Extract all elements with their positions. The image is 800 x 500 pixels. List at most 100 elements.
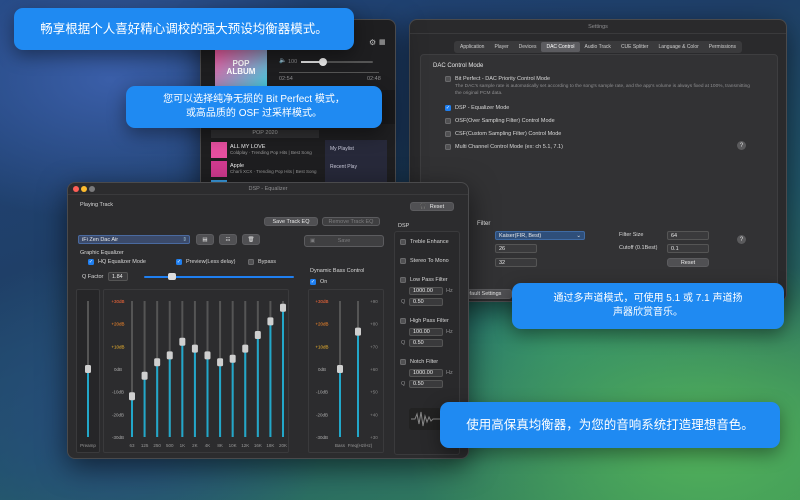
filter-reset-button[interactable]: Reset xyxy=(667,258,709,267)
checkbox-icon[interactable] xyxy=(445,76,451,82)
tab-dac-control[interactable]: DAC Control xyxy=(541,42,580,52)
eq-band-1K-thumb[interactable] xyxy=(179,337,186,346)
checkmark-icon[interactable]: ✓ xyxy=(445,105,451,111)
option-multichannel[interactable]: Multi Channel Control Mode (ex: ch 5.1, … xyxy=(445,144,563,150)
option-label: DSP - Equalizer Mode xyxy=(455,105,510,111)
filter-select[interactable]: Kaiser(FIR, Best) ⌄ xyxy=(495,231,585,240)
eq-band-250-thumb[interactable] xyxy=(154,358,161,367)
dbc-right-scale-label: +30 xyxy=(370,435,378,440)
notch-hz-field[interactable]: 1000.00 xyxy=(409,369,443,377)
eq-band-8K-thumb[interactable] xyxy=(217,358,224,367)
high-pass-hz-field[interactable]: 100.00 xyxy=(409,328,443,336)
field-a-value: 26 xyxy=(499,245,506,252)
checkbox-icon[interactable] xyxy=(445,131,451,137)
checkbox-icon[interactable] xyxy=(400,258,406,264)
high-pass-q-field[interactable]: 0.50 xyxy=(409,339,443,347)
eq-band-12K-thumb[interactable] xyxy=(242,344,249,353)
checkbox-icon[interactable] xyxy=(445,144,451,150)
option-bit-perfect[interactable]: Bit Perfect - DAC Priority Control Mode xyxy=(445,76,550,82)
cutoff-field[interactable]: 0.1 xyxy=(667,244,709,253)
playlist-header: POP 2020 xyxy=(211,130,319,138)
preamp-slider-thumb[interactable] xyxy=(85,365,91,373)
checkmark-icon[interactable]: ✓ xyxy=(310,279,316,285)
filter-size-field[interactable]: 64 xyxy=(667,231,709,240)
checkbox-icon[interactable] xyxy=(400,239,406,245)
tab-cue-splitter[interactable]: CUE Splitter xyxy=(616,42,654,52)
eq-band-label: 4K xyxy=(205,443,211,448)
dbc-on-toggle[interactable]: ✓ On xyxy=(310,279,327,285)
volume-value: 100 xyxy=(288,59,298,65)
notch-filter-label: Notch Filter xyxy=(410,359,439,365)
grid-icon[interactable]: ▦ xyxy=(379,38,386,46)
dbc-scale-label: +30dB xyxy=(315,299,328,304)
db-scale-label: -10dB xyxy=(112,390,124,395)
tab-permissions[interactable]: Permissions xyxy=(704,42,741,52)
checkbox-icon[interactable] xyxy=(400,318,406,324)
db-scale-label: -20dB xyxy=(112,412,124,417)
treble-enhance-toggle[interactable]: Treble Enhance xyxy=(400,239,449,245)
dbc-title: Dynamic Bass Control xyxy=(310,268,365,274)
help-icon[interactable]: ? xyxy=(737,141,746,150)
notch-q-field[interactable]: 0.50 xyxy=(409,380,443,388)
low-pass-hz-field[interactable]: 1000.00 xyxy=(409,287,443,295)
checkbox-icon[interactable] xyxy=(400,359,406,365)
gear-icon[interactable]: ⚙ xyxy=(369,38,376,47)
dbc-freq-slider-thumb[interactable] xyxy=(355,327,361,336)
tab-player[interactable]: Player xyxy=(489,42,513,52)
sidebar-item[interactable]: My Playlist xyxy=(325,140,387,158)
dbc-right-scale-label: +50 xyxy=(370,390,378,395)
eq-band-18K-thumb[interactable] xyxy=(267,317,274,326)
speaker-icon[interactable]: 🔈 xyxy=(279,57,286,64)
eq-band-10K-thumb[interactable] xyxy=(229,354,236,363)
filter-help-icon[interactable]: ? xyxy=(737,235,746,244)
notch-filter-toggle[interactable]: Notch Filter xyxy=(400,359,438,365)
option-label: Multi Channel Control Mode (ex: ch 5.1, … xyxy=(455,144,563,150)
volume-slider[interactable] xyxy=(301,58,373,66)
eq-band-2K-thumb[interactable] xyxy=(191,344,198,353)
dbc-scale-label: -20dB xyxy=(316,412,328,417)
hz-unit: Hz xyxy=(446,288,453,294)
option-csf[interactable]: CSF(Custom Sampling Filter) Control Mode xyxy=(445,131,561,137)
tab-language-color[interactable]: Language & Color xyxy=(653,42,703,52)
cutoff-value: 0.1 xyxy=(671,245,679,252)
eq-band-label: 20K xyxy=(279,443,287,448)
eq-band-label: 12K xyxy=(241,443,249,448)
tab-audio-track[interactable]: Audio Track xyxy=(580,42,616,52)
track-text: Apple Charli XCX · Trending Pop Hits | Be… xyxy=(230,163,322,174)
filter-size-value: 64 xyxy=(671,232,678,239)
field-b[interactable]: 32 xyxy=(495,258,537,267)
dbc-right-scale-label: +70 xyxy=(370,344,378,349)
tab-application[interactable]: Application xyxy=(455,42,489,52)
callout-equalizer: 使用高保真均衡器，为您的音响系统打造理想音色。 xyxy=(440,402,780,448)
eq-band-label: 63 xyxy=(129,443,135,448)
eq-band-16K-thumb[interactable] xyxy=(254,331,261,339)
db-scale-label: +30dB xyxy=(111,299,124,304)
dbc-right-scale-label: +80 xyxy=(370,322,378,327)
eq-band-125-thumb[interactable] xyxy=(141,371,148,380)
low-pass-toggle[interactable]: Low Pass Filter xyxy=(400,277,448,283)
high-pass-hz-value: 100.00 xyxy=(413,329,430,335)
track-row[interactable]: ALL MY LOVE Coldplay · Trending Pop Hits … xyxy=(211,140,323,159)
track-row[interactable]: Apple Charli XCX · Trending Pop Hits | Be… xyxy=(211,159,323,178)
eq-band-63-thumb[interactable] xyxy=(129,392,135,401)
checkbox-icon[interactable] xyxy=(400,277,406,283)
field-a[interactable]: 26 xyxy=(495,244,537,253)
dbc-bass-slider-thumb[interactable] xyxy=(337,365,343,373)
option-osf[interactable]: OSF(Over Sampling Filter) Control Mode xyxy=(445,118,555,124)
stereo-to-mono-toggle[interactable]: Stereo To Mono xyxy=(400,258,449,264)
eq-band-500-thumb[interactable] xyxy=(166,351,173,360)
preamp-label: Preamp xyxy=(80,443,96,448)
checkbox-icon[interactable] xyxy=(445,118,451,124)
track-text: ALL MY LOVE Coldplay · Trending Pop Hits … xyxy=(230,144,322,155)
db-scale-label: 0dB xyxy=(114,367,122,372)
eq-band-20K-thumb[interactable] xyxy=(280,303,286,312)
eq-band-4K-thumb[interactable] xyxy=(204,351,211,360)
sidebar-item[interactable]: Recent Play xyxy=(325,158,387,176)
progress-bar[interactable] xyxy=(279,72,379,73)
high-pass-toggle[interactable]: High Pass Filter xyxy=(400,318,449,324)
option-dsp-equalizer[interactable]: ✓ DSP - Equalizer Mode xyxy=(445,105,509,111)
tab-devices[interactable]: Devices xyxy=(514,42,542,52)
volume-thumb[interactable] xyxy=(319,58,327,66)
low-pass-q-field[interactable]: 0.50 xyxy=(409,298,443,306)
dbc-on-label: On xyxy=(320,279,328,285)
